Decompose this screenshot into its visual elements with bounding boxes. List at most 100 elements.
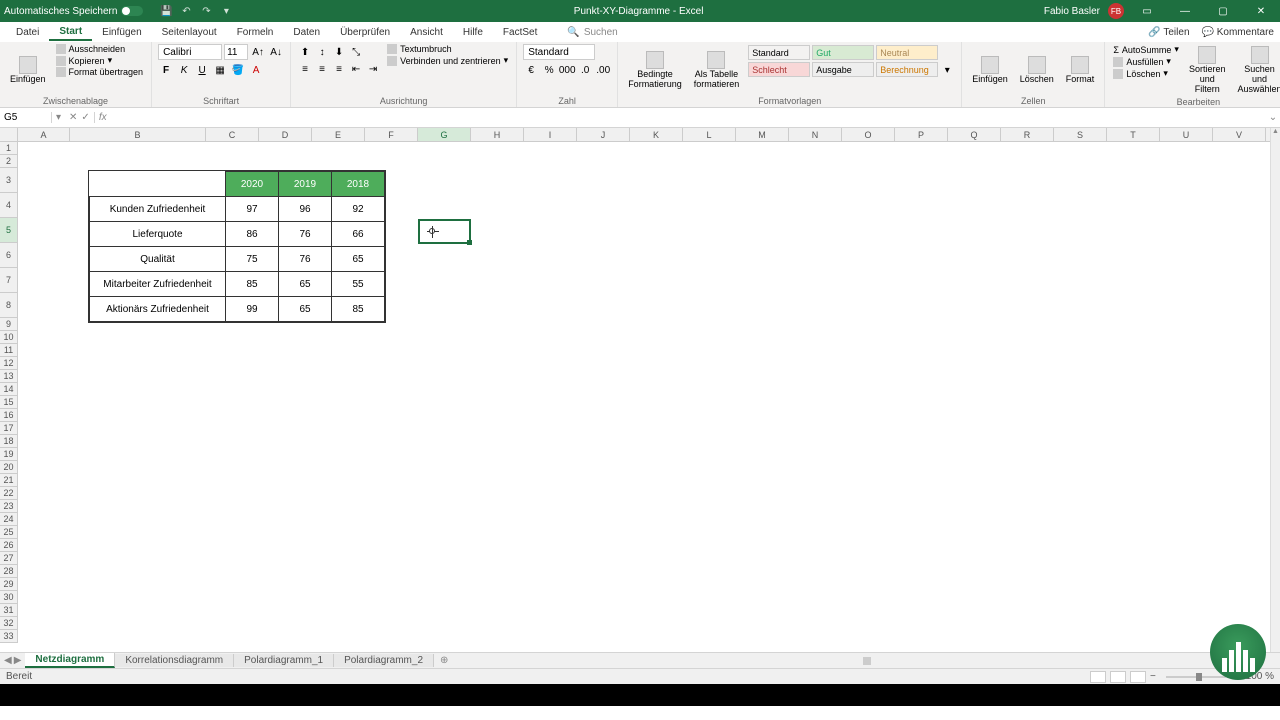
copy-button[interactable]: Kopieren ▾: [54, 55, 146, 66]
column-header[interactable]: U: [1160, 128, 1213, 141]
align-middle-icon[interactable]: ↕: [314, 44, 330, 60]
currency-icon[interactable]: €: [523, 62, 539, 78]
tab-datei[interactable]: Datei: [6, 25, 49, 40]
fx-icon[interactable]: fx: [95, 112, 111, 123]
view-page-break-icon[interactable]: [1130, 671, 1146, 683]
column-header[interactable]: O: [842, 128, 895, 141]
row-header[interactable]: 23: [0, 500, 17, 513]
column-header[interactable]: A: [18, 128, 70, 141]
insert-cells-button[interactable]: Einfügen: [968, 44, 1012, 96]
ribbon-options-icon[interactable]: ▭: [1132, 1, 1162, 21]
cancel-formula-icon[interactable]: ✕: [69, 112, 77, 123]
row-header[interactable]: 2: [0, 155, 17, 168]
tab-einfuegen[interactable]: Einfügen: [92, 25, 151, 40]
tab-ueberpruefen[interactable]: Überprüfen: [330, 25, 400, 40]
row-header[interactable]: 27: [0, 552, 17, 565]
col-header[interactable]: 2018: [332, 172, 385, 197]
border-button[interactable]: ▦: [212, 62, 228, 78]
teilen-button[interactable]: 🔗 Teilen: [1148, 27, 1189, 38]
row-header[interactable]: 24: [0, 513, 17, 526]
merge-button[interactable]: Verbinden und zentrieren ▾: [385, 55, 510, 66]
row-header[interactable]: 5: [0, 218, 17, 243]
sheet-tab[interactable]: Korrelationsdiagramm: [115, 654, 234, 667]
column-header[interactable]: R: [1001, 128, 1054, 141]
font-color-button[interactable]: A: [248, 62, 264, 78]
column-header[interactable]: M: [736, 128, 789, 141]
view-page-layout-icon[interactable]: [1110, 671, 1126, 683]
row-header[interactable]: 31: [0, 604, 17, 617]
column-header[interactable]: J: [577, 128, 630, 141]
inc-decimal-icon[interactable]: .0: [577, 62, 593, 78]
tab-daten[interactable]: Daten: [283, 25, 330, 40]
sheet-tab[interactable]: Netzdiagramm: [25, 653, 115, 668]
column-header[interactable]: C: [206, 128, 259, 141]
row-header[interactable]: 10: [0, 331, 17, 344]
save-icon[interactable]: 💾: [159, 4, 173, 18]
undo-icon[interactable]: ↶: [179, 4, 193, 18]
column-header[interactable]: Q: [948, 128, 1001, 141]
indent-inc-icon[interactable]: ⇥: [365, 61, 381, 77]
view-normal-icon[interactable]: [1090, 671, 1106, 683]
tab-hilfe[interactable]: Hilfe: [453, 25, 493, 40]
tab-ansicht[interactable]: Ansicht: [400, 25, 453, 40]
column-header[interactable]: T: [1107, 128, 1160, 141]
row-header[interactable]: 18: [0, 435, 17, 448]
row-header[interactable]: 11: [0, 344, 17, 357]
user-avatar[interactable]: FB: [1108, 3, 1124, 19]
column-header[interactable]: I: [524, 128, 577, 141]
column-header[interactable]: D: [259, 128, 312, 141]
style-standard[interactable]: Standard: [748, 45, 810, 60]
zoom-slider[interactable]: [1166, 676, 1226, 678]
style-ausgabe[interactable]: Ausgabe: [812, 62, 874, 77]
horizontal-scrollbar[interactable]: [454, 657, 1280, 665]
underline-button[interactable]: U: [194, 62, 210, 78]
paste-button[interactable]: Einfügen: [6, 44, 50, 96]
row-header[interactable]: 12: [0, 357, 17, 370]
bold-button[interactable]: F: [158, 62, 174, 78]
fill-handle[interactable]: [467, 240, 472, 245]
row-header[interactable]: 20: [0, 461, 17, 474]
sheet-nav-next-icon[interactable]: ▶: [14, 655, 22, 666]
row-header[interactable]: 16: [0, 409, 17, 422]
user-name[interactable]: Fabio Basler: [1044, 6, 1100, 17]
fill-color-button[interactable]: 🪣: [230, 62, 246, 78]
fill-button[interactable]: Ausfüllen ▾: [1111, 56, 1181, 67]
close-icon[interactable]: ✕: [1246, 1, 1276, 21]
column-header[interactable]: F: [365, 128, 418, 141]
column-header[interactable]: L: [683, 128, 736, 141]
tab-start[interactable]: Start: [49, 24, 92, 41]
column-header[interactable]: G: [418, 128, 471, 141]
row-label[interactable]: Qualität: [90, 247, 226, 272]
style-berechnung[interactable]: Berechnung: [876, 62, 938, 77]
sort-filter-button[interactable]: Sortieren und Filtern: [1185, 44, 1230, 97]
col-header[interactable]: 2020: [226, 172, 279, 197]
row-header[interactable]: 25: [0, 526, 17, 539]
row-header[interactable]: 26: [0, 539, 17, 552]
sheet-tab[interactable]: Polardiagramm_1: [234, 654, 334, 667]
row-header[interactable]: 13: [0, 370, 17, 383]
row-header[interactable]: 17: [0, 422, 17, 435]
align-top-icon[interactable]: ⬆: [297, 44, 313, 60]
dec-decimal-icon[interactable]: .00: [595, 62, 611, 78]
find-select-button[interactable]: Suchen und Auswählen: [1233, 44, 1280, 97]
sheet-nav-prev-icon[interactable]: ◀: [4, 655, 12, 666]
col-header[interactable]: 2019: [279, 172, 332, 197]
orientation-icon[interactable]: ⤡: [348, 44, 364, 60]
qat-dropdown-icon[interactable]: ▾: [219, 4, 233, 18]
minimize-icon[interactable]: —: [1170, 1, 1200, 21]
column-header[interactable]: N: [789, 128, 842, 141]
search-box[interactable]: 🔍 Suchen: [567, 27, 617, 38]
column-header[interactable]: P: [895, 128, 948, 141]
spreadsheet-grid[interactable]: ABCDEFGHIJKLMNOPQRSTUV 12345678910111213…: [0, 128, 1280, 652]
row-header[interactable]: 30: [0, 591, 17, 604]
autosave-toggle[interactable]: Automatisches Speichern: [4, 6, 143, 17]
styles-more-icon[interactable]: ▾: [939, 62, 955, 78]
align-right-icon[interactable]: ≡: [331, 61, 347, 77]
name-box-dropdown-icon[interactable]: ▾: [52, 112, 65, 123]
style-gut[interactable]: Gut: [812, 45, 874, 60]
format-as-table-button[interactable]: Als Tabelle formatieren: [690, 44, 744, 96]
increase-font-icon[interactable]: A↑: [250, 44, 266, 60]
row-header[interactable]: 21: [0, 474, 17, 487]
italic-button[interactable]: K: [176, 62, 192, 78]
decrease-font-icon[interactable]: A↓: [268, 44, 284, 60]
